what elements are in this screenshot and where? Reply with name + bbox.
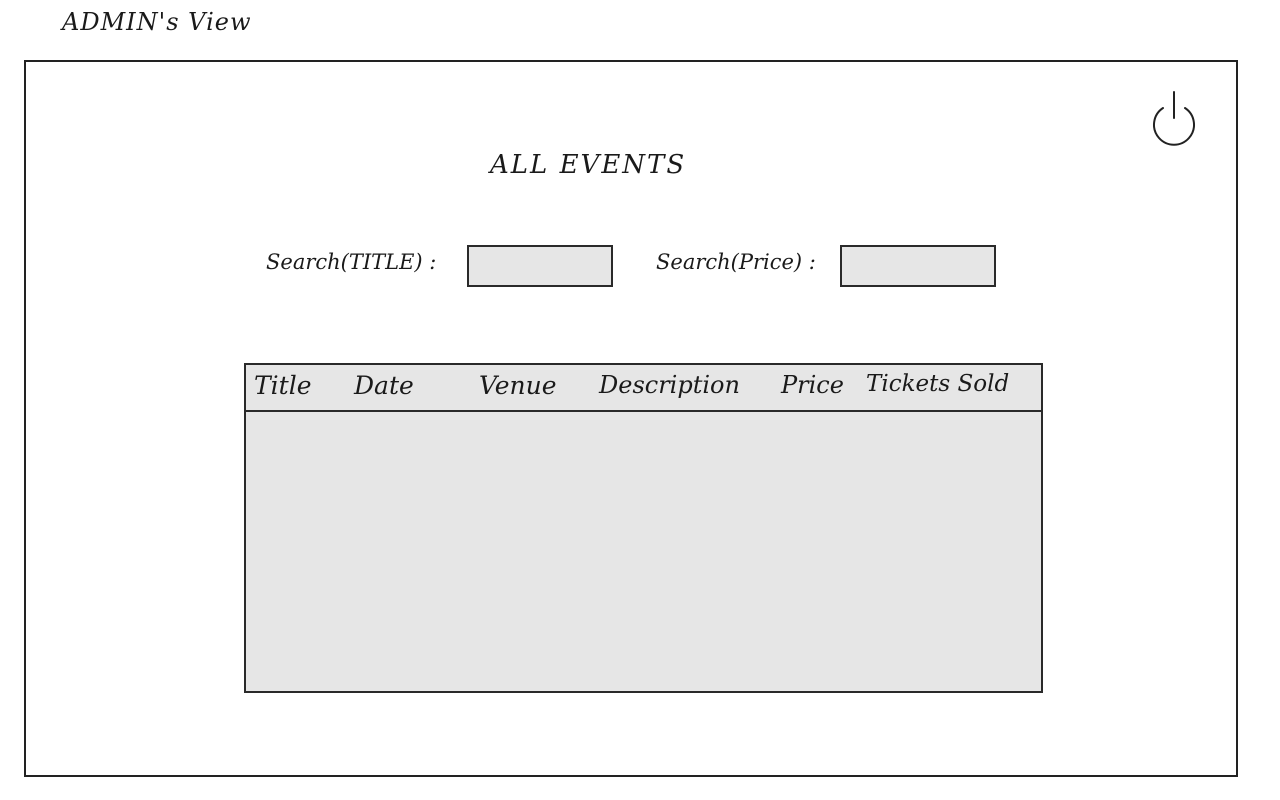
column-header-venue[interactable]: Venue: [479, 371, 557, 400]
search-price-input[interactable]: [840, 245, 996, 287]
column-header-title[interactable]: Title: [254, 371, 312, 400]
table-header: Title Date Venue Description Price Ticke…: [246, 365, 1041, 412]
page-title: ALL EVENTS: [490, 150, 687, 180]
logout-button[interactable]: [1143, 88, 1205, 146]
events-table: Title Date Venue Description Price Ticke…: [244, 363, 1043, 693]
table-body: [246, 412, 1041, 691]
column-header-description[interactable]: Description: [599, 371, 740, 399]
search-price-label: Search(Price) :: [656, 250, 816, 274]
column-header-date[interactable]: Date: [354, 371, 414, 400]
column-header-tickets-sold[interactable]: Tickets Sold: [866, 371, 1009, 397]
view-caption: ADMIN's View: [62, 8, 252, 36]
power-icon: [1153, 91, 1195, 146]
column-header-price[interactable]: Price: [781, 371, 844, 399]
search-title-label: Search(TITLE) :: [266, 250, 437, 274]
search-title-input[interactable]: [467, 245, 613, 287]
